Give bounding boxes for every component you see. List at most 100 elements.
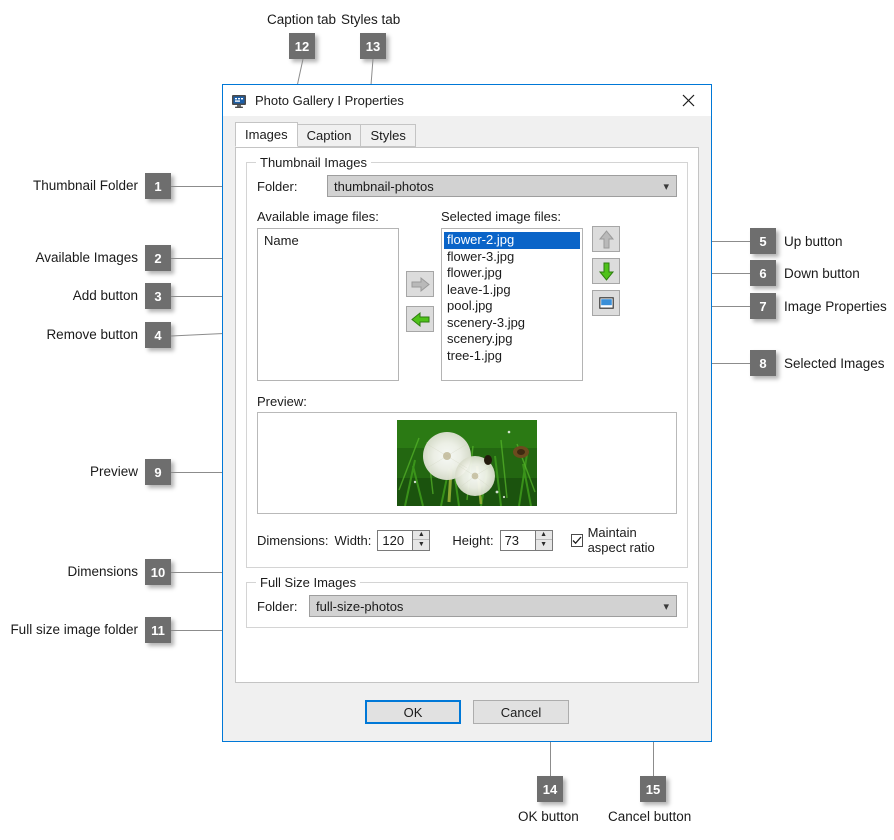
tab-page-images: Thumbnail Images Folder: thumbnail-photo… (235, 147, 699, 683)
list-item[interactable]: tree-1.jpg (444, 348, 580, 365)
selected-files-label: Selected image files: (441, 209, 561, 224)
callout-label-8: Selected Images (784, 356, 885, 371)
list-item[interactable]: flower-2.jpg (444, 232, 580, 249)
group-full-size-images-title: Full Size Images (256, 575, 361, 590)
callout-label-3: Add button (72, 288, 138, 303)
callout-badge-15: 15 (640, 776, 666, 802)
group-thumbnail-images: Thumbnail Images Folder: thumbnail-photo… (246, 155, 688, 568)
thumbnail-folder-combo[interactable]: thumbnail-photos ▾ (327, 175, 677, 197)
width-spin-up[interactable]: ▲ (413, 531, 430, 540)
fullsize-folder-label: Folder: (257, 598, 298, 614)
maintain-aspect-checkbox[interactable] (570, 533, 583, 547)
height-label: Height: (452, 532, 494, 548)
cancel-button-label: Cancel (500, 704, 542, 720)
group-full-size-images: Full Size Images Folder: full-size-photo… (246, 575, 688, 628)
tab-caption-label: Caption (306, 128, 352, 143)
callout-label-14: OK button (518, 809, 579, 824)
selected-files-panel: Selected image files: flower-2.jpg flowe… (441, 209, 583, 381)
remove-button[interactable] (406, 306, 434, 332)
dandelion-photo (397, 420, 537, 506)
callout-label-2: Available Images (35, 250, 138, 265)
callout-badge-11: 11 (145, 617, 171, 643)
dialog-client-area: Images Caption Styles Thumbnail Images F… (223, 116, 711, 741)
callout-badge-12: 12 (289, 33, 315, 59)
callout-badge-7: 7 (750, 293, 776, 319)
fullsize-folder-row: Folder: full-size-photos ▾ (257, 595, 677, 617)
list-item[interactable]: pool.jpg (444, 298, 580, 315)
height-stepper[interactable]: 73 ▲ ▼ (499, 529, 553, 551)
transfer-buttons (399, 209, 441, 381)
image-properties-icon (598, 296, 614, 309)
screenshot-root: Caption tab 12 Styles tab 13 Thumbnail F… (0, 0, 894, 840)
up-button[interactable] (592, 226, 620, 252)
callout-label-13: Styles tab (341, 12, 401, 27)
arrow-left-icon (410, 311, 429, 327)
preview-label: Preview: (257, 394, 307, 409)
order-buttons (583, 209, 629, 381)
maintain-aspect-label: Maintain aspect ratio (587, 525, 655, 555)
callout-badge-4: 4 (145, 322, 171, 348)
callout-badge-3: 3 (145, 283, 171, 309)
available-files-listbox[interactable]: Name (257, 228, 399, 381)
height-spin-buttons: ▲ ▼ (534, 530, 552, 550)
fullsize-folder-combo[interactable]: full-size-photos ▾ (309, 595, 677, 617)
width-spin-buttons: ▲ ▼ (412, 530, 430, 550)
callout-label-12: Caption tab (267, 12, 337, 27)
callout-badge-8: 8 (750, 350, 776, 376)
dimensions-label: Dimensions: (257, 532, 329, 548)
thumbnail-folder-row: Folder: thumbnail-photos ▾ (257, 175, 677, 197)
tab-styles-label: Styles (370, 128, 406, 143)
tab-images-label: Images (245, 127, 288, 142)
add-button[interactable] (406, 271, 434, 297)
down-button[interactable] (592, 258, 620, 284)
list-item[interactable]: scenery-3.jpg (444, 315, 580, 332)
tabstrip: Images Caption Styles (235, 122, 711, 147)
width-input[interactable]: 120 (378, 531, 412, 550)
image-properties-button[interactable] (592, 290, 620, 316)
callout-badge-9: 9 (145, 459, 171, 485)
callout-label-1: Thumbnail Folder (32, 178, 138, 193)
list-item[interactable]: flower.jpg (444, 265, 580, 282)
width-spin-down[interactable]: ▼ (413, 540, 429, 550)
dialog-title: Photo Gallery I Properties (255, 93, 404, 108)
thumbnail-folder-value: thumbnail-photos (334, 178, 434, 194)
properties-dialog: Photo Gallery I Properties Images Captio… (222, 84, 712, 742)
cancel-button[interactable]: Cancel (473, 700, 569, 724)
list-item[interactable]: scenery.jpg (444, 331, 580, 348)
available-files-column-header: Name (264, 233, 299, 248)
ok-button-label: OK (403, 704, 423, 720)
callout-label-9: Preview (89, 464, 138, 479)
available-files-label: Available image files: (257, 209, 379, 224)
chevron-down-icon: ▾ (663, 180, 669, 193)
height-spin-down[interactable]: ▼ (536, 540, 552, 550)
height-input[interactable]: 73 (501, 531, 535, 550)
monitor-icon (231, 93, 247, 109)
callout-badge-5: 5 (750, 228, 776, 254)
callout-badge-13: 13 (360, 33, 386, 59)
width-stepper[interactable]: 120 ▲ ▼ (377, 529, 431, 551)
callout-label-10: Dimensions (67, 564, 138, 579)
height-spin-up[interactable]: ▲ (535, 531, 552, 540)
tab-caption[interactable]: Caption (296, 124, 362, 147)
selected-files-listbox[interactable]: flower-2.jpg flower-3.jpg flower.jpg lea… (441, 228, 583, 381)
list-item[interactable]: leave-1.jpg (444, 282, 580, 299)
callout-badge-14: 14 (537, 776, 563, 802)
fullsize-folder-value: full-size-photos (316, 598, 404, 614)
callout-label-4: Remove button (46, 327, 138, 342)
tab-images[interactable]: Images (235, 122, 298, 147)
callout-badge-6: 6 (750, 260, 776, 286)
callout-label-6: Down button (784, 266, 860, 281)
callout-badge-2: 2 (145, 245, 171, 271)
tab-styles[interactable]: Styles (360, 124, 416, 147)
ok-button[interactable]: OK (365, 700, 461, 724)
dialog-footer: OK Cancel (223, 683, 711, 741)
preview-frame (257, 412, 677, 514)
close-icon[interactable] (666, 86, 711, 116)
file-lists: Available image files: Name Selected ima… (257, 209, 677, 381)
list-item[interactable]: flower-3.jpg (444, 249, 580, 266)
arrow-down-icon (598, 262, 614, 281)
callout-label-15: Cancel button (608, 809, 692, 824)
available-files-panel: Available image files: Name (257, 209, 399, 381)
callout-badge-10: 10 (145, 559, 171, 585)
arrow-up-icon (598, 229, 614, 248)
